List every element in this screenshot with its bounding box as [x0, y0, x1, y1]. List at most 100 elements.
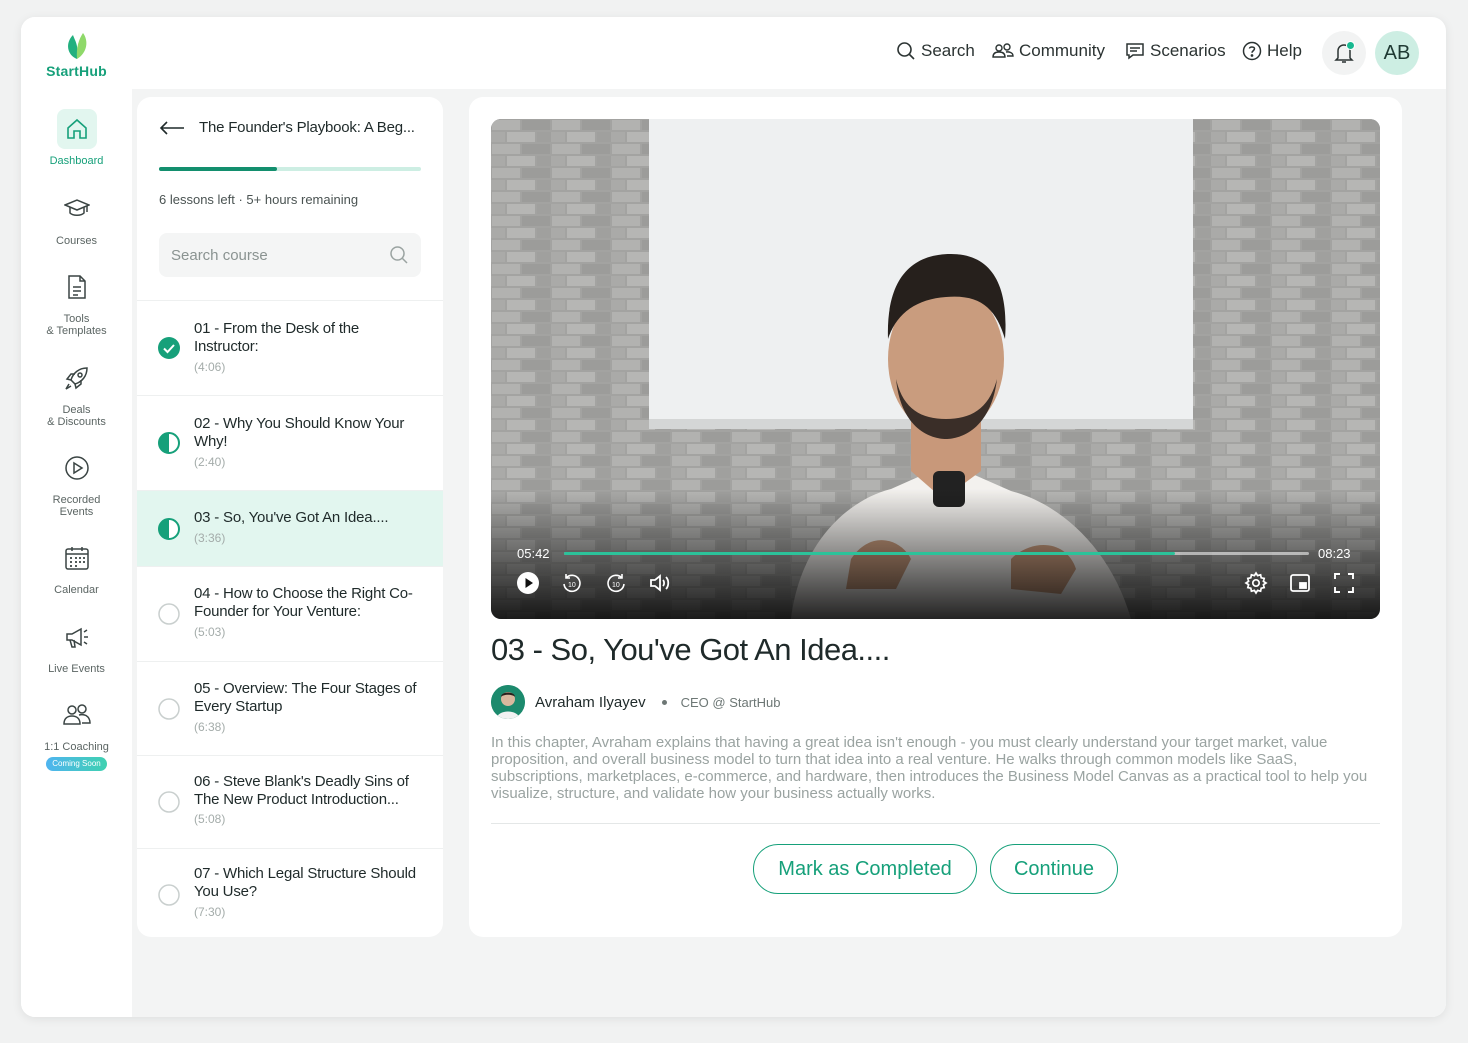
lesson-duration: (5:03): [194, 625, 226, 639]
video-seek-bar[interactable]: [564, 552, 1309, 555]
author-row: Avraham Ilyayev CEO @ StartHub: [491, 685, 781, 719]
divider: [491, 823, 1380, 824]
home-icon: [56, 109, 97, 149]
chat-icon: [1126, 43, 1144, 60]
sidebar-item-label: Live Events: [48, 663, 105, 675]
video-current-time: 05:42: [517, 546, 550, 561]
lesson-item-05[interactable]: 05 - Overview: The Four Stages of Every …: [137, 661, 443, 755]
sidebar-item-dashboard[interactable]: Dashboard: [21, 109, 132, 167]
fullscreen-icon: [1334, 573, 1354, 593]
play-icon: [517, 572, 539, 594]
lesson-item-04[interactable]: 04 - How to Choose the Right Co-Founder …: [137, 566, 443, 661]
mark-completed-button[interactable]: Mark as Completed: [753, 844, 977, 894]
lesson-title: 07 - Which Legal Structure Should You Us…: [194, 865, 416, 900]
settings-button[interactable]: [1243, 570, 1269, 596]
svg-text:10: 10: [612, 582, 620, 589]
top-help-label: Help: [1267, 41, 1302, 60]
search-icon: [897, 42, 915, 60]
sidebar-item-live-events[interactable]: Live Events: [21, 617, 132, 675]
fullscreen-button[interactable]: [1331, 570, 1357, 596]
calendar-icon: [57, 538, 97, 578]
sidebar-item-tools-templates[interactable]: Tools & Templates: [21, 267, 132, 337]
top-search-label: Search: [921, 41, 975, 60]
lesson-item-01[interactable]: 01 - From the Desk of the Instructor: (4…: [137, 300, 443, 395]
course-search-input[interactable]: [171, 246, 389, 264]
sidebar-item-label: Calendar: [54, 584, 99, 596]
video-total-time: 08:23: [1318, 546, 1351, 561]
rocket-icon: [57, 358, 97, 398]
course-title: The Founder's Playbook: A Beg...: [199, 119, 415, 136]
notification-dot: [1346, 41, 1355, 50]
check-circle-icon: [158, 337, 180, 359]
lesson-duration: (7:30): [194, 905, 226, 919]
lesson-duration: (4:06): [194, 360, 226, 374]
lesson-heading: 03 - So, You've Got An Idea....: [491, 632, 890, 667]
volume-button[interactable]: [647, 570, 673, 596]
top-community-link[interactable]: Community: [992, 41, 1105, 61]
people-icon: [57, 695, 97, 735]
half-circle-icon: [158, 432, 180, 454]
sidebar-item-coaching[interactable]: 1:1 Coaching Coming Soon: [21, 695, 132, 771]
lesson-item-02[interactable]: 02 - Why You Should Know Your Why! (2:40…: [137, 395, 443, 490]
notifications-button[interactable]: [1322, 31, 1366, 75]
lesson-duration: (5:08): [194, 812, 226, 826]
gear-icon: [1244, 571, 1268, 595]
course-progress-fill: [159, 167, 277, 171]
logo[interactable]: StartHub: [21, 31, 132, 79]
picture-in-picture-button[interactable]: [1287, 570, 1313, 596]
lesson-title: 01 - From the Desk of the Instructor:: [194, 320, 360, 355]
half-circle-icon: [158, 518, 180, 540]
lesson-title: 04 - How to Choose the Right Co-Founder …: [194, 585, 413, 620]
brand-name: StartHub: [46, 63, 107, 79]
empty-circle-icon: [158, 791, 180, 813]
svg-text:10: 10: [568, 582, 576, 589]
lesson-item-06[interactable]: 06 - Steve Blank's Deadly Sins of The Ne…: [137, 755, 443, 848]
lesson-duration: (2:40): [194, 455, 226, 469]
course-search[interactable]: [159, 233, 421, 277]
video-seek-fill: [564, 552, 1175, 555]
sidebar-item-label: Dashboard: [49, 155, 104, 167]
sidebar-item-recorded-events[interactable]: Recorded Events: [21, 448, 132, 518]
sidebar-item-courses[interactable]: Courses: [21, 189, 132, 247]
sidebar-item-label: Recorded Events: [52, 494, 101, 518]
top-bar: Search Community Scenarios Help AB: [132, 17, 1446, 89]
rewind-10-button[interactable]: 10: [559, 570, 585, 596]
sidebar-item-calendar[interactable]: Calendar: [21, 538, 132, 596]
author-role: CEO @ StartHub: [680, 694, 781, 710]
leaf-logo-icon: [67, 33, 86, 59]
lesson-detail-panel: 05:42 08:23 10 10 03 - So, You've Got An…: [469, 97, 1402, 937]
picture-in-picture-icon: [1290, 574, 1310, 592]
sidebar-item-deals-discounts[interactable]: Deals & Discounts: [21, 358, 132, 428]
video-player[interactable]: 05:42 08:23 10 10: [491, 119, 1380, 619]
course-progress-bar: [159, 167, 421, 171]
sidebar: StartHub Dashboard Courses Tools & Templ…: [21, 17, 132, 1017]
document-icon: [57, 267, 97, 307]
separator-dot: [661, 699, 667, 705]
sidebar-item-label: Deals & Discounts: [47, 404, 106, 428]
rewind-icon: 10: [563, 574, 581, 593]
help-icon: [1242, 41, 1262, 61]
lesson-item-07[interactable]: 07 - Which Legal Structure Should You Us…: [137, 848, 443, 937]
top-search-link[interactable]: Search: [896, 41, 975, 61]
top-help-link[interactable]: Help: [1242, 41, 1302, 61]
search-icon: [390, 246, 408, 264]
coming-soon-badge: Coming Soon: [46, 757, 107, 771]
author-name: Avraham Ilyayev: [535, 693, 646, 711]
play-button[interactable]: [515, 570, 541, 596]
empty-circle-icon: [158, 603, 180, 625]
sidebar-item-label: Tools & Templates: [46, 313, 107, 337]
top-scenarios-label: Scenarios: [1150, 41, 1226, 60]
lesson-item-03[interactable]: 03 - So, You've Got An Idea.... (3:36): [137, 490, 443, 566]
sidebar-item-label: 1:1 Coaching: [44, 741, 109, 753]
empty-circle-icon: [158, 884, 180, 906]
lesson-duration: (3:36): [194, 531, 226, 545]
continue-button[interactable]: Continue: [990, 844, 1118, 894]
lessons-remaining: 6 lessons left · 5+ hours remaining: [159, 192, 359, 207]
forward-10-button[interactable]: 10: [603, 570, 629, 596]
back-arrow-icon[interactable]: [159, 120, 185, 136]
lesson-list-panel: The Founder's Playbook: A Beg... 6 lesso…: [137, 97, 443, 937]
user-avatar[interactable]: AB: [1375, 31, 1419, 75]
volume-icon: [650, 574, 670, 592]
top-scenarios-link[interactable]: Scenarios: [1125, 41, 1226, 61]
graduation-cap-icon: [57, 189, 97, 229]
